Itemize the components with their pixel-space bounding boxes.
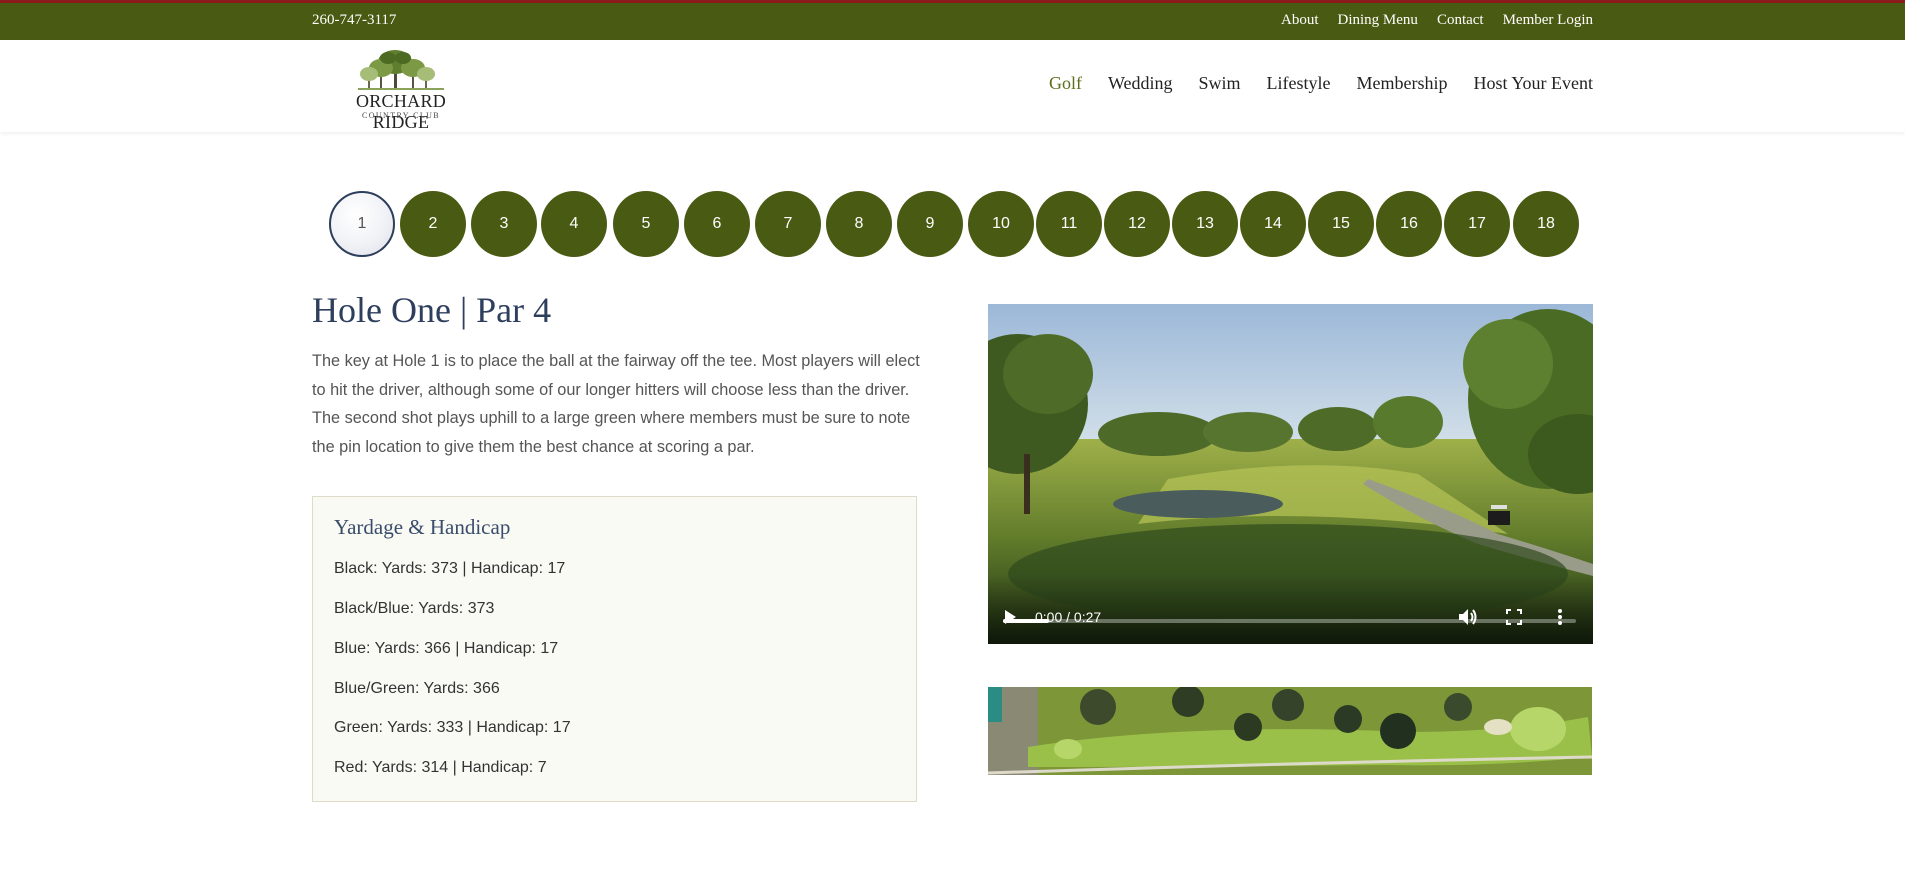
nav-item-lifestyle[interactable]: Lifestyle <box>1267 73 1331 94</box>
top-link-dining-menu[interactable]: Dining Menu <box>1338 12 1418 29</box>
volume-icon[interactable] <box>1458 608 1478 626</box>
top-link-member-login[interactable]: Member Login <box>1503 12 1593 29</box>
yardage-row-blue: Blue: Yards: 366 | Handicap: 17 <box>334 640 559 657</box>
yardage-row-green: Green: Yards: 333 | Handicap: 17 <box>334 719 571 736</box>
more-vert-icon[interactable] <box>1557 608 1563 626</box>
video-progress-bar[interactable] <box>1003 619 1576 623</box>
tree-logo-icon <box>358 50 444 90</box>
hole-button-7[interactable]: 7 <box>755 191 821 257</box>
video-progress-fill <box>1003 619 1049 623</box>
hole-button-4[interactable]: 4 <box>541 191 607 257</box>
hole-button-9[interactable]: 9 <box>897 191 963 257</box>
logo-subtitle: COUNTRY CLUB <box>361 111 441 120</box>
hole-button-6[interactable]: 6 <box>684 191 750 257</box>
yardage-row-blue-green: Blue/Green: Yards: 366 <box>334 680 500 697</box>
hole-button-13[interactable]: 13 <box>1172 191 1238 257</box>
nav-item-golf[interactable]: Golf <box>1049 73 1082 94</box>
hole-button-11[interactable]: 11 <box>1036 191 1102 257</box>
hole-button-15[interactable]: 15 <box>1308 191 1374 257</box>
hole-selector: 1 2 3 4 5 6 7 8 9 10 11 12 13 14 15 16 1… <box>0 191 1905 257</box>
top-links: About Dining Menu Contact Member Login <box>1281 12 1593 29</box>
hole-button-10[interactable]: 10 <box>968 191 1034 257</box>
hole-button-12[interactable]: 12 <box>1104 191 1170 257</box>
hole-aerial-image <box>988 687 1592 775</box>
phone-link[interactable]: 260-747-3117 <box>312 12 396 29</box>
hole-video-player[interactable]: 0:00 / 0:27 <box>988 304 1593 644</box>
hole-button-2[interactable]: 2 <box>400 191 466 257</box>
hole-aerial-map <box>988 687 1592 775</box>
top-link-about[interactable]: About <box>1281 12 1319 29</box>
hole-button-3[interactable]: 3 <box>471 191 537 257</box>
top-link-contact[interactable]: Contact <box>1437 12 1484 29</box>
nav-item-membership[interactable]: Membership <box>1357 73 1448 94</box>
site-header: ORCHARD RIDGE COUNTRY CLUB Golf Wedding … <box>0 40 1905 132</box>
video-controls: 0:00 / 0:27 <box>988 574 1593 644</box>
hole-button-16[interactable]: 16 <box>1376 191 1442 257</box>
yardage-row-black: Black: Yards: 373 | Handicap: 17 <box>334 560 566 577</box>
hole-title: Hole One | Par 4 <box>312 290 552 330</box>
hole-button-5[interactable]: 5 <box>613 191 679 257</box>
hole-button-17[interactable]: 17 <box>1444 191 1510 257</box>
hole-description: The key at Hole 1 is to place the ball a… <box>312 352 920 457</box>
hole-button-1[interactable]: 1 <box>329 191 395 257</box>
main-nav: Golf Wedding Swim Lifestyle Membership H… <box>1049 73 1593 94</box>
yardage-heading: Yardage & Handicap <box>334 515 511 539</box>
hole-button-18[interactable]: 18 <box>1513 191 1579 257</box>
nav-item-host-your-event[interactable]: Host Your Event <box>1473 73 1593 94</box>
nav-item-swim[interactable]: Swim <box>1199 73 1241 94</box>
yardage-row-black-blue: Black/Blue: Yards: 373 <box>334 600 495 617</box>
top-bar: 260-747-3117 About Dining Menu Contact M… <box>0 0 1905 40</box>
yardage-row-red: Red: Yards: 314 | Handicap: 7 <box>334 759 547 776</box>
club-logo[interactable]: ORCHARD RIDGE COUNTRY CLUB <box>328 44 474 132</box>
nav-item-wedding[interactable]: Wedding <box>1108 73 1173 94</box>
hole-button-8[interactable]: 8 <box>826 191 892 257</box>
yardage-panel: Yardage & Handicap Black: Yards: 373 | H… <box>312 496 917 802</box>
hole-button-14[interactable]: 14 <box>1240 191 1306 257</box>
